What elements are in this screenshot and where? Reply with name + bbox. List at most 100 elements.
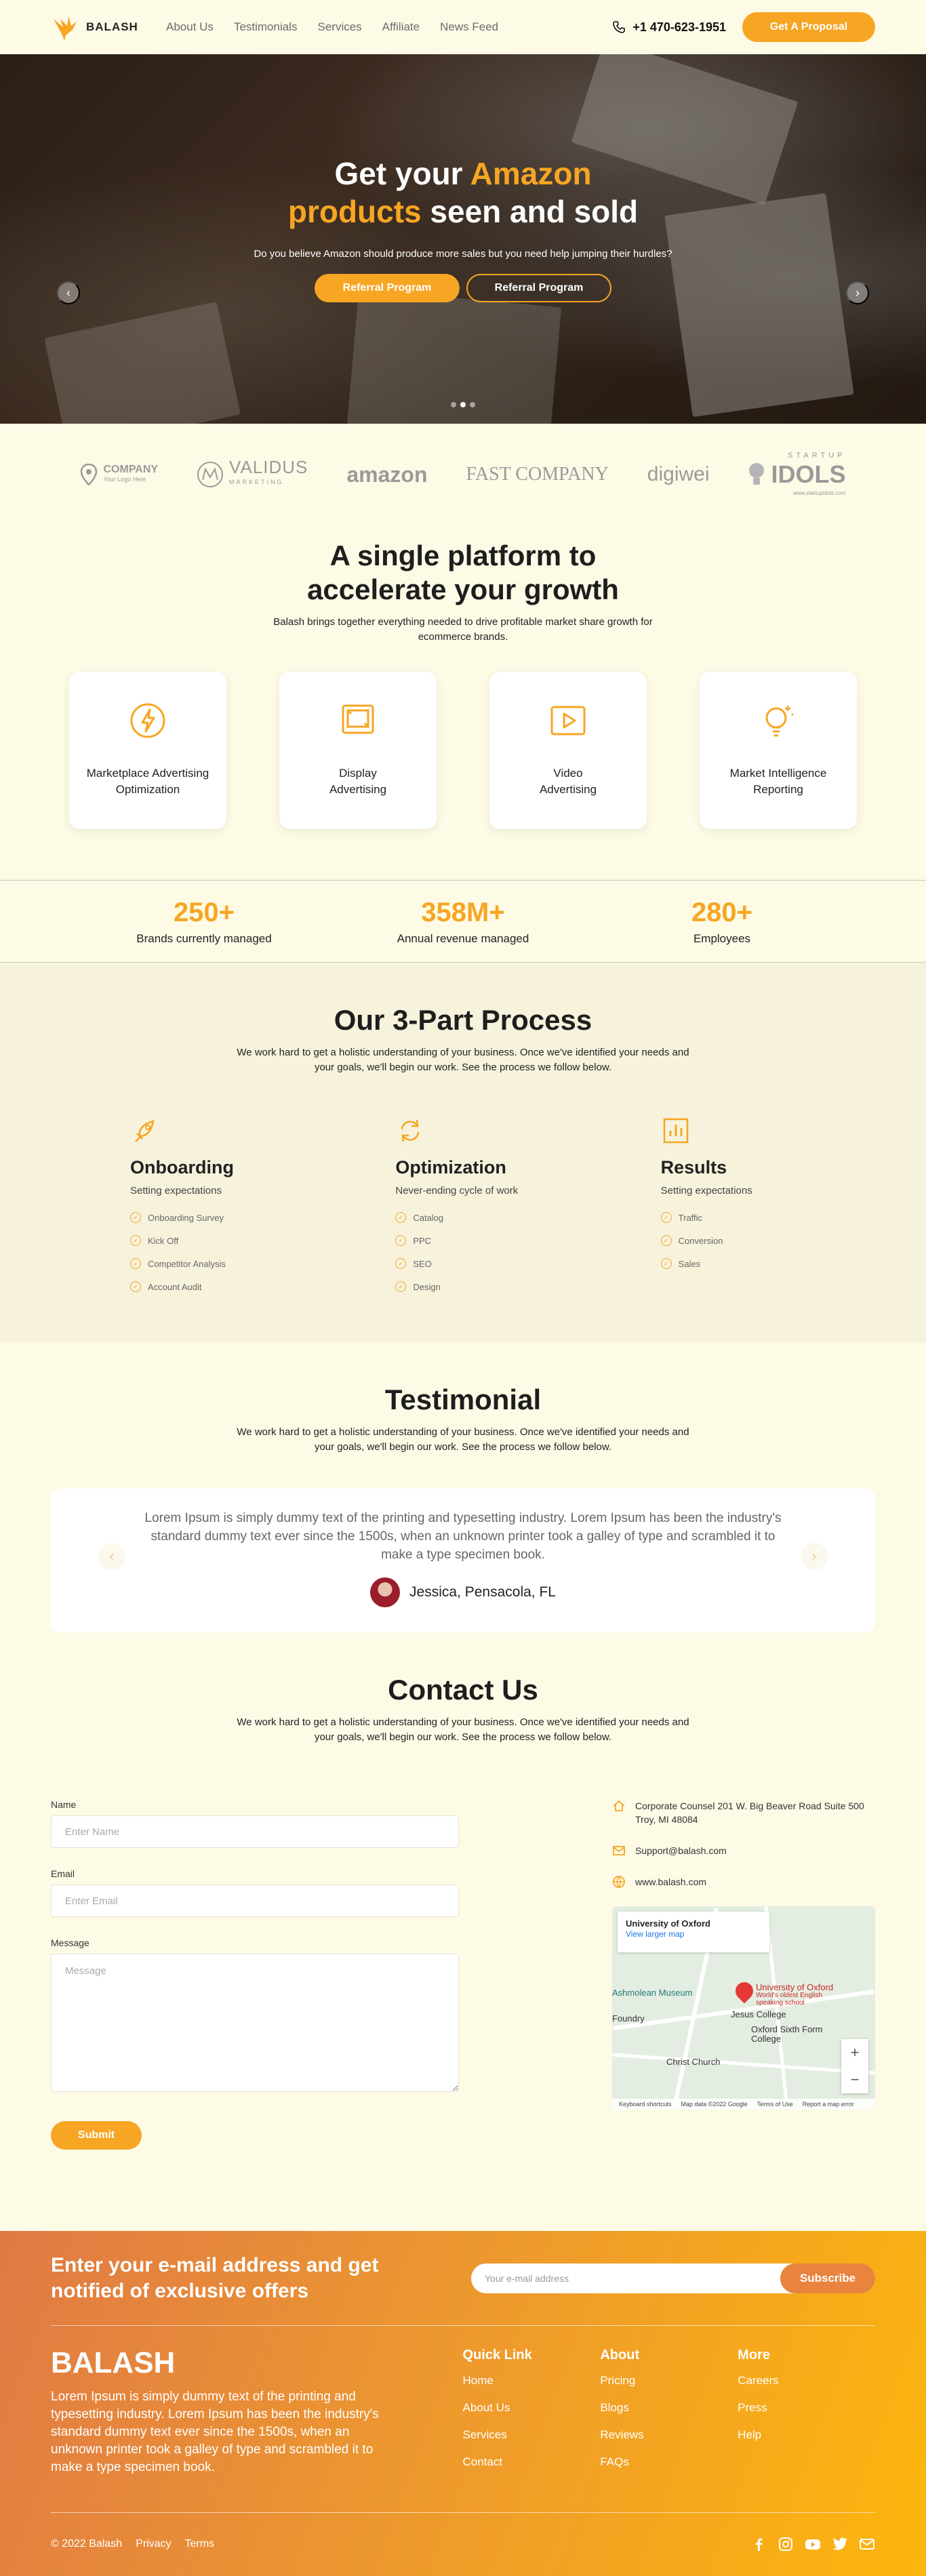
map-data-credit: Map data ©2022 Google <box>681 2101 748 2108</box>
hero-prev-arrow[interactable]: ‹ <box>57 281 80 304</box>
hero-next-arrow[interactable]: › <box>846 281 869 304</box>
get-proposal-button[interactable]: Get A Proposal <box>742 12 875 42</box>
card-video-advertising[interactable]: Video Advertising <box>489 672 647 829</box>
footer-link-blogs[interactable]: Blogs <box>600 2401 738 2428</box>
logo-validus-tagline: MARKETING <box>229 479 284 485</box>
map-keyboard-shortcuts[interactable]: Keyboard shortcuts <box>619 2101 672 2108</box>
referral-program-outline-button[interactable]: Referral Program <box>466 274 611 302</box>
contact-info: Corporate Counsel 201 W. Big Beaver Road… <box>612 1799 875 2150</box>
youtube-icon[interactable] <box>805 2536 821 2552</box>
footer-link-careers[interactable]: Careers <box>738 2374 875 2401</box>
card-display-advertising[interactable]: Display Advertising <box>279 672 437 829</box>
testimonial-next-arrow[interactable]: › <box>801 1543 828 1570</box>
footer-link-home[interactable]: Home <box>463 2374 601 2401</box>
footer-link-services[interactable]: Services <box>463 2428 601 2455</box>
brand-logo[interactable]: BALASH <box>51 12 153 42</box>
website-row[interactable]: www.balash.com <box>612 1875 875 1889</box>
privacy-link[interactable]: Privacy <box>136 2538 171 2550</box>
footer-link-pricing[interactable]: Pricing <box>600 2374 738 2401</box>
email-row[interactable]: Support@balash.com <box>612 1844 875 1857</box>
footer-bottom: © 2022 Balash Privacy Terms <box>51 2513 875 2575</box>
list-item-label: Conversion <box>678 1235 723 1246</box>
submit-button[interactable]: Submit <box>51 2121 142 2150</box>
process-columns: Onboarding Setting expectations ✓ Onboard… <box>0 1116 926 1298</box>
view-larger-map-link[interactable]: View larger map <box>626 1929 684 1939</box>
nav-news-feed[interactable]: News Feed <box>440 20 498 34</box>
referral-program-button[interactable]: Referral Program <box>315 274 460 302</box>
phone-contact[interactable]: +1 470-623-1951 <box>612 20 726 35</box>
stat-value: 280+ <box>691 897 753 927</box>
nav-testimonials[interactable]: Testimonials <box>234 20 298 34</box>
nav-services[interactable]: Services <box>317 20 361 34</box>
feature-cards: Marketplace Advertising Optimization Dis… <box>0 672 926 829</box>
map-zoom-controls: + − <box>841 2039 868 2093</box>
testimonial-quote: Lorem Ipsum is simply dummy text of the … <box>144 1511 782 1562</box>
google-map[interactable]: University of Oxford View larger map Ash… <box>612 1906 875 2110</box>
hero-title-part1: Get your <box>334 156 470 191</box>
card-label: Market Intelligence Reporting <box>729 767 827 796</box>
name-label: Name <box>51 1799 77 1810</box>
stat-label: Annual revenue managed <box>397 931 529 945</box>
newsletter-email-input[interactable] <box>485 2272 780 2284</box>
footer-link-reviews[interactable]: Reviews <box>600 2428 738 2455</box>
list-item-label: Onboarding Survey <box>148 1212 224 1223</box>
footer-link-help[interactable]: Help <box>738 2428 875 2455</box>
logo-fast-company: FAST COMPANY <box>466 464 609 485</box>
partner-logos: COMPANY Your Logo Here VALIDUS MARKETING a… <box>0 424 926 525</box>
twitter-icon[interactable] <box>832 2536 848 2552</box>
map-pin-icon[interactable] <box>731 1978 757 2004</box>
testimonial-section: Testimonial We work hard to get a holist… <box>0 1342 926 1632</box>
zoom-in-button[interactable]: + <box>851 2044 860 2061</box>
terms-link[interactable]: Terms <box>185 2538 215 2550</box>
map-label-jesus-college: Jesus College <box>731 2009 786 2019</box>
map-report-error-link[interactable]: Report a map error <box>803 2101 854 2108</box>
lightning-icon <box>130 703 165 738</box>
social-links <box>750 2536 875 2552</box>
stat-value: 358M+ <box>421 897 505 927</box>
address-row: Corporate Counsel 201 W. Big Beaver Road… <box>612 1799 875 1826</box>
process-items: ✓ Onboarding Survey ✓ Kick Off ✓ Competitor… <box>130 1206 395 1298</box>
map-label-sixth-form: Oxford Sixth Form College <box>751 2024 823 2044</box>
display-icon <box>342 704 374 734</box>
testimonial-prev-arrow[interactable]: ‹ <box>98 1543 125 1570</box>
facebook-icon[interactable] <box>750 2536 767 2552</box>
card-label: Display Advertising <box>329 767 387 796</box>
process-title: Our 3-Part Process <box>334 1004 592 1036</box>
card-market-intelligence[interactable]: Market Intelligence Reporting <box>700 672 857 829</box>
mail-icon <box>613 1846 625 1855</box>
map-terms-link[interactable]: Terms of Use <box>757 2101 793 2108</box>
footer-link-press[interactable]: Press <box>738 2401 875 2428</box>
footer-link-faqs[interactable]: FAQs <box>600 2455 738 2482</box>
contact-form: Name Email Message Submit <box>51 1799 459 2150</box>
check-circle-icon: ✓ <box>660 1235 672 1246</box>
logo-company-text: COMPANY <box>103 464 159 475</box>
rocket-icon <box>135 1120 155 1142</box>
email-input[interactable] <box>51 1885 459 1917</box>
contact-title: Contact Us <box>388 1674 538 1706</box>
nav-about-us[interactable]: About Us <box>166 20 214 34</box>
footer-brand-text: Lorem Ipsum is simply dummy text of the … <box>51 2390 379 2474</box>
mail-icon[interactable] <box>859 2536 875 2552</box>
brand-name: BALASH <box>86 20 138 33</box>
map-label-christ-church: Christ Church <box>666 2057 721 2067</box>
check-circle-icon: ✓ <box>130 1235 141 1246</box>
message-textarea[interactable] <box>51 1954 459 2092</box>
card-marketplace-advertising[interactable]: Marketplace Advertising Optimization <box>69 672 226 829</box>
process-items: ✓ Catalog ✓ PPC ✓ SEO ✓ Design <box>395 1206 660 1298</box>
refresh-icon <box>401 1119 420 1142</box>
name-input[interactable] <box>51 1815 459 1848</box>
nav-affiliate[interactable]: Affiliate <box>382 20 420 34</box>
carousel-dot[interactable] <box>470 402 475 407</box>
footer-link-contact[interactable]: Contact <box>463 2455 601 2482</box>
subscribe-button[interactable]: Subscribe <box>780 2263 875 2293</box>
check-circle-icon: ✓ <box>395 1212 407 1223</box>
zoom-out-button[interactable]: − <box>851 2071 860 2089</box>
carousel-dot[interactable] <box>451 402 456 407</box>
footer-brand: BALASH Lorem Ipsum is simply dummy text … <box>51 2346 463 2512</box>
instagram-icon[interactable] <box>778 2536 794 2552</box>
list-item: ✓ Kick Off <box>130 1229 395 1252</box>
footer-link-about-us[interactable]: About Us <box>463 2401 601 2428</box>
carousel-dot-active[interactable] <box>460 402 466 407</box>
email-label: Email <box>51 1868 75 1879</box>
newsletter-bar: Enter your e-mail address and get notifi… <box>51 2231 875 2326</box>
